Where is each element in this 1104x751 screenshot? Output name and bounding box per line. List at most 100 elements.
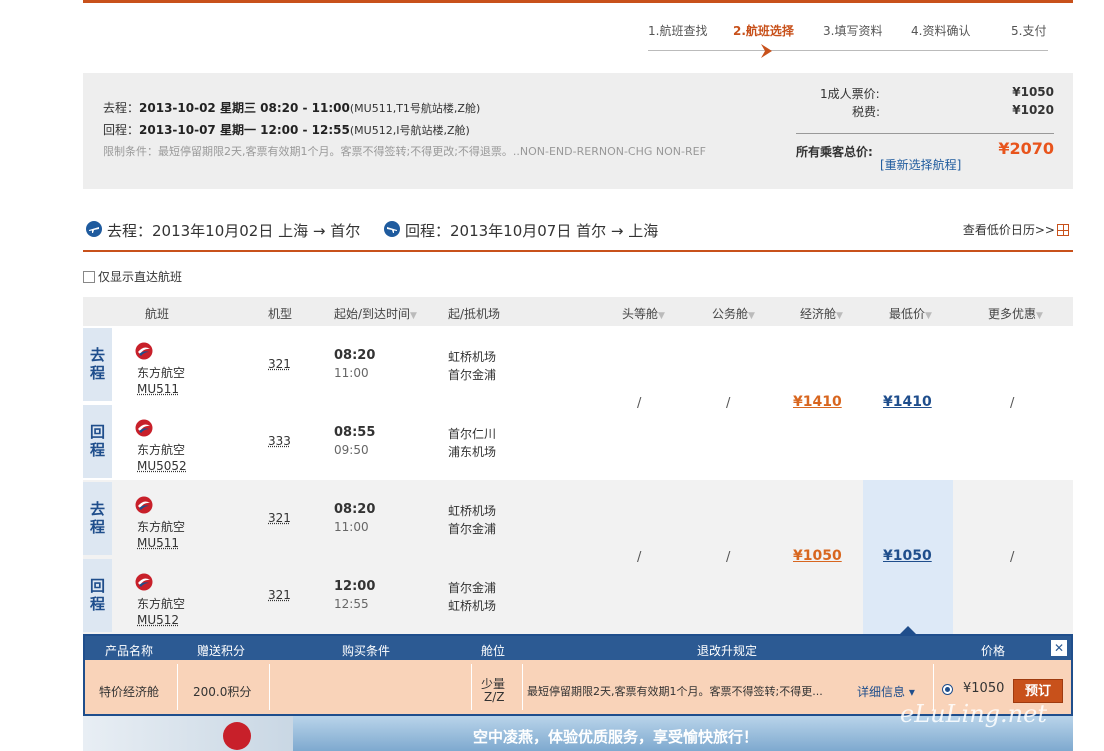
step-pay: 5.支付 (1011, 24, 1047, 38)
plane-type[interactable]: 321 (268, 588, 291, 602)
col-business[interactable]: 公务舱▼ (712, 305, 755, 322)
cell-divider (269, 664, 270, 710)
departure-time: 08:20 (334, 502, 376, 517)
itinerary-summary: 去程：2013-10-02 星期三 08:20 - 11:00(MU511,T1… (83, 73, 1073, 189)
flight-number[interactable]: MU5052 (137, 459, 187, 473)
china-eastern-logo-icon (135, 496, 153, 514)
col-flight: 航班 (145, 307, 170, 321)
sort-arrow-icon: ▼ (748, 311, 755, 321)
product-name: 特价经济舱 (99, 685, 160, 699)
watermark: eLuLing.net (900, 700, 1047, 728)
leg-label: 回程 (83, 405, 112, 478)
lowest-price[interactable]: ¥1050 (883, 548, 932, 564)
col-first[interactable]: 头等舱▼ (622, 305, 665, 322)
arrival-airport: 虹桥机场 (448, 599, 497, 613)
china-eastern-logo-icon (135, 573, 153, 591)
calendar-link-text: 查看低价日历>> (962, 223, 1055, 237)
sort-arrow-icon: ▼ (410, 311, 417, 321)
china-eastern-logo-icon (135, 342, 153, 360)
departure-airport: 虹桥机场 (448, 350, 497, 364)
departure-airport: 首尔金浦 (448, 581, 497, 595)
bonus-points: 200.0积分 (193, 685, 252, 699)
arrival-airport: 首尔金浦 (448, 368, 497, 382)
banner-airline-logo-icon (223, 722, 251, 750)
economy-price[interactable]: ¥1410 (793, 394, 842, 410)
banner-plane-image (83, 716, 293, 751)
col-points: 赠送积分 (197, 644, 246, 658)
steps-progress-line (648, 50, 1048, 51)
total-value: ¥2070 (998, 139, 1054, 158)
airline-name: 东方航空 (137, 366, 186, 380)
flight-number[interactable]: MU511 (137, 382, 179, 396)
more-offers: / (1010, 396, 1015, 411)
sort-arrow-icon: ▼ (658, 311, 665, 321)
arrival-time: 11:00 (334, 520, 369, 534)
plane-type[interactable]: 321 (268, 511, 291, 525)
cell-divider (522, 664, 523, 710)
col-product: 产品名称 (105, 644, 154, 658)
detail-info-text: 详细信息 (857, 685, 906, 699)
detail-info-link[interactable]: 详细信息 ▾ (857, 683, 915, 700)
price-divider (796, 133, 1054, 134)
step-search: 1.航班查找 (648, 24, 708, 38)
departure-airport: 虹桥机场 (448, 504, 497, 518)
calendar-icon (1057, 224, 1069, 236)
selected-radio[interactable] (942, 684, 953, 695)
cell-divider (471, 664, 472, 710)
airline-name: 东方航空 (137, 520, 186, 534)
reselect-itinerary-link[interactable]: [重新选择航程] (880, 156, 961, 173)
flight-table-header: 航班 机型 起始/到达时间▼ 起/抵机场 头等舱▼ 公务舱▼ 经济舱▼ 最低价▼… (83, 297, 1073, 326)
total-label: 所有乘客总价: (796, 145, 873, 159)
airline-name: 东方航空 (137, 597, 186, 611)
economy-price[interactable]: ¥1050 (793, 548, 842, 564)
flight-number[interactable]: MU512 (137, 613, 179, 627)
direct-only-filter[interactable]: 仅显示直达航班 (83, 268, 182, 285)
summary-restriction: 限制条件：最短停留期限2天,客票有效期1个月。客票不得签转;不得更改;不得退票。… (103, 145, 706, 158)
col-first-label: 头等舱 (622, 307, 659, 321)
col-airport: 起/抵机场 (448, 307, 501, 321)
plane-type[interactable]: 333 (268, 434, 291, 448)
business-class-price: / (726, 550, 731, 565)
col-rules: 退改升规定 (697, 644, 758, 658)
lowest-price[interactable]: ¥1410 (883, 394, 932, 410)
flight-number[interactable]: MU511 (137, 536, 179, 550)
route-header: 去程：2013年10月02日 上海 → 首尔 回程：2013年10月07日 首尔… (83, 218, 1073, 252)
departure-time: 08:55 (334, 425, 376, 440)
more-offers: / (1010, 550, 1015, 565)
flight-combo-1: 去程 东方航空 MU511 321 08:20 11:00 虹桥机场 首尔金浦 … (83, 326, 1073, 480)
table-row: 回程 东方航空 MU512 321 12:00 12:55 首尔金浦 虹桥机场 (83, 557, 1073, 634)
col-price: 价格 (981, 644, 1006, 658)
col-economy[interactable]: 经济舱▼ (800, 305, 843, 322)
banner-slogan: 空中凌燕，体验优质服务，享受愉快旅行！ (473, 728, 759, 746)
col-lowest[interactable]: 最低价▼ (889, 305, 932, 322)
col-conditions: 购买条件 (342, 644, 391, 658)
sort-arrow-icon: ▼ (836, 311, 843, 321)
fare-radio[interactable] (942, 683, 953, 697)
china-eastern-logo-icon (135, 419, 153, 437)
return-route: 回程：2013年10月07日 首尔 → 上海 (405, 222, 659, 240)
plane-type[interactable]: 321 (268, 357, 291, 371)
arrival-airport: 首尔金浦 (448, 522, 497, 536)
close-detail-button[interactable]: ✕ (1051, 640, 1067, 656)
direct-only-checkbox[interactable] (83, 271, 95, 283)
step-fill: 3.填写资料 (823, 24, 883, 38)
departure-airport: 首尔仁川 (448, 427, 497, 441)
col-economy-label: 经济舱 (800, 307, 837, 321)
col-time-label: 起始/到达时间 (334, 307, 411, 321)
col-time[interactable]: 起始/到达时间▼ (334, 305, 417, 322)
booking-steps: 1.航班查找 2.航班选择 3.填写资料 4.资料确认 5.支付 (640, 22, 1060, 66)
table-row: 去程 东方航空 MU511 321 08:20 11:00 虹桥机场 首尔金浦 (83, 480, 1073, 557)
arrival-airport: 浦东机场 (448, 445, 497, 459)
first-class-price: / (637, 396, 642, 411)
chevron-down-icon: ▾ (905, 685, 915, 699)
col-more[interactable]: 更多优惠▼ (988, 305, 1043, 322)
leg-label: 回程 (83, 559, 112, 632)
route-divider (83, 250, 1073, 252)
seat-code: Z/Z (484, 690, 505, 704)
low-price-calendar-link[interactable]: 查看低价日历>> (963, 221, 1069, 238)
col-seat: 舱位 (481, 644, 506, 658)
leg-label: 去程 (83, 482, 112, 555)
col-plane: 机型 (268, 307, 293, 321)
sort-arrow-icon: ▼ (1036, 311, 1043, 321)
detail-pointer (900, 626, 916, 634)
